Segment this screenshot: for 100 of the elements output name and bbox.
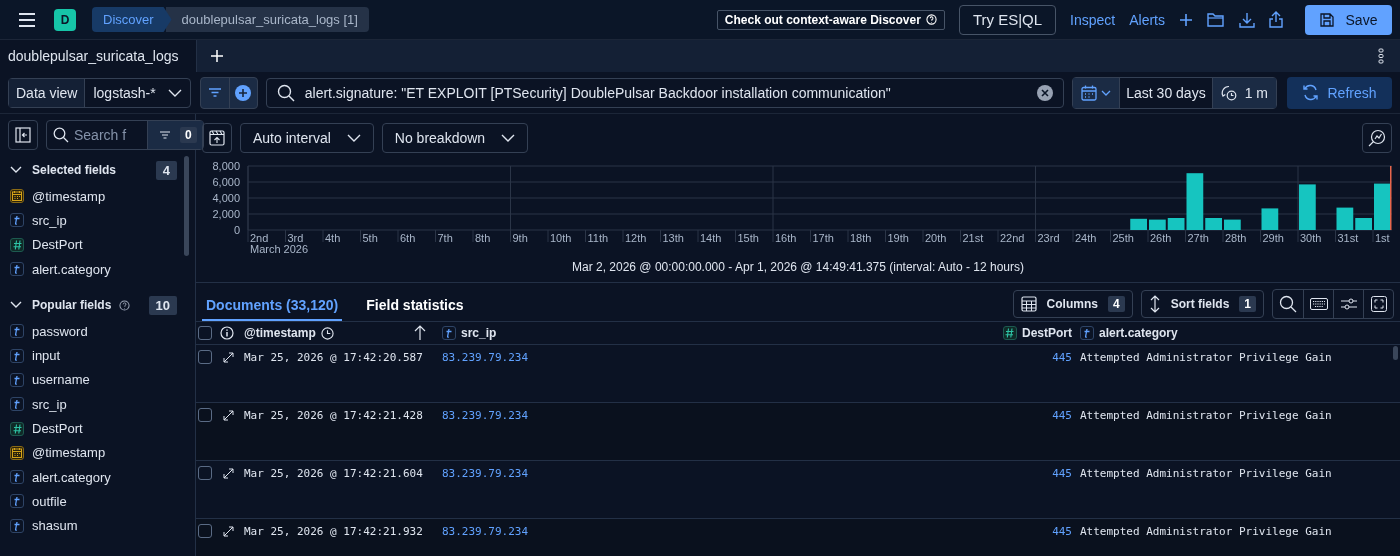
text-type-icon (10, 494, 24, 509)
section-header[interactable]: Selected fields 4 (10, 156, 177, 184)
calendar-icon (1081, 84, 1098, 101)
refresh-icon (1302, 84, 1320, 101)
try-esql-button[interactable]: Try ES|QL (958, 4, 1057, 35)
download-icon[interactable] (1239, 11, 1255, 28)
filter-icon (160, 131, 170, 139)
query-input[interactable]: alert.signature: "ET EXPLOIT [PTSecurity] DoublePulsar Backdoor installation communication" (265, 77, 1065, 108)
section-title: Popular fields (32, 298, 112, 313)
column-header[interactable]: DestPort (1022, 326, 1072, 340)
chart-options-button[interactable] (1362, 123, 1392, 153)
data-view-dropdown[interactable]: logstash-* (85, 78, 190, 107)
share-icon[interactable] (1269, 11, 1283, 28)
refresh-button[interactable]: Refresh (1287, 76, 1392, 109)
field-name[interactable]: alert.category (32, 261, 111, 277)
collapse-sidebar-button[interactable] (8, 120, 38, 150)
sort-ascending-icon[interactable] (414, 325, 426, 341)
histogram-bar[interactable] (1261, 208, 1279, 230)
field-name[interactable]: src_ip (32, 212, 67, 228)
breadcrumb[interactable]: Discover (92, 7, 172, 32)
x-axis-label: 15th (737, 232, 759, 244)
menu-icon[interactable] (18, 12, 36, 27)
row-checkbox[interactable] (198, 408, 212, 422)
columns-button[interactable]: Columns 4 (1012, 290, 1133, 318)
section-header[interactable]: Popular fields 10 (10, 291, 177, 320)
row-checkbox[interactable] (198, 350, 212, 364)
results-tab[interactable]: Field statistics (362, 290, 468, 321)
field-name[interactable]: input (32, 348, 61, 364)
row-checkbox[interactable] (198, 466, 212, 480)
add-tab-icon[interactable] (211, 50, 223, 62)
breakdown-dropdown[interactable]: No breakdown (381, 123, 529, 153)
date-quick-menu-button[interactable] (1073, 77, 1121, 108)
time-range-button[interactable]: Last 30 days (1120, 77, 1212, 108)
promo-badge[interactable]: Check out context-aware Discover (716, 9, 945, 30)
chart-panel-icon (209, 130, 225, 146)
chevron-down-icon (167, 88, 182, 97)
x-axis-label: 8th (475, 232, 491, 244)
chevron-down-icon (346, 134, 361, 142)
x-axis-title: March 2026 (250, 243, 309, 255)
search-icon (276, 83, 295, 102)
text-type-icon (1080, 326, 1094, 340)
expand-icon[interactable] (223, 352, 234, 363)
breadcrumb[interactable]: doublepulsar_suricata_logs [1] (165, 7, 369, 32)
column-header[interactable]: src_ip (461, 326, 497, 340)
plus-icon[interactable] (1179, 12, 1193, 27)
field-name[interactable]: password (32, 323, 88, 339)
number-type-icon (1003, 326, 1017, 340)
toggle-chart-button[interactable] (202, 123, 232, 153)
histogram-bar[interactable] (1167, 218, 1185, 230)
scrollbar-thumb[interactable] (184, 156, 189, 256)
table-cell-text: 83.239.79.234 (441, 408, 530, 422)
histogram-bar[interactable] (1130, 218, 1147, 230)
x-axis-label: 21st (962, 232, 984, 244)
document-tab[interactable]: doublepulsar_suricata_logs (0, 40, 197, 72)
select-all-checkbox[interactable] (198, 326, 212, 340)
expand-icon[interactable] (223, 410, 234, 421)
expand-icon[interactable] (223, 468, 234, 479)
field-name[interactable]: username (32, 372, 90, 388)
x-axis-label: 3rd (287, 232, 304, 244)
clear-icon[interactable] (1037, 84, 1054, 101)
histogram-bar[interactable] (1186, 173, 1204, 230)
field-name[interactable]: @timestamp (32, 188, 106, 204)
interval-dropdown[interactable]: Auto interval (240, 123, 374, 153)
table-cell-text: Attempted Administrator Privilege Gain (1079, 350, 1333, 364)
table-cell-text: Mar 25, 2026 @ 17:42:21.932 (244, 524, 424, 538)
field-name[interactable]: DestPort (32, 421, 83, 436)
scrollbar-thumb[interactable] (1393, 346, 1398, 360)
field-name[interactable]: shasum (32, 518, 78, 534)
time-range-caption: Mar 2, 2026 @ 00:00:00.000 - Apr 1, 2026 @ 14:49:41.375 (interval: Auto - 12 hours) (196, 260, 1400, 283)
histogram-bar[interactable] (1224, 219, 1241, 230)
date-type-icon (10, 189, 24, 204)
field-name[interactable]: src_ip (32, 396, 67, 412)
more-options-icon[interactable] (1378, 48, 1384, 64)
field-name[interactable]: outfile (32, 493, 67, 509)
row-checkbox[interactable] (198, 524, 212, 538)
folder-icon[interactable] (1207, 12, 1225, 27)
fullscreen-icon (1370, 296, 1387, 312)
column-header[interactable]: @timestamp (244, 326, 316, 340)
histogram-bar[interactable] (1149, 219, 1166, 230)
sort-fields-button[interactable]: Sort fields 1 (1140, 290, 1264, 318)
refresh-interval-button[interactable]: 1 m (1211, 77, 1276, 108)
field-type-filter-button[interactable]: 0 (147, 121, 203, 149)
field-search-input[interactable]: Search f (74, 127, 130, 143)
x-axis-label: 20th (925, 232, 947, 244)
histogram-bar[interactable] (1336, 207, 1354, 230)
text-type-icon (10, 213, 24, 228)
field-name[interactable]: DestPort (32, 237, 83, 253)
save-button[interactable]: Save (1305, 4, 1392, 35)
results-tab[interactable]: Documents (33,120) (202, 290, 343, 321)
field-name[interactable]: alert.category (32, 469, 111, 485)
x-axis-label: 22nd (1000, 232, 1025, 244)
chevron-down-icon (10, 301, 22, 310)
header-link[interactable]: Alerts (1129, 11, 1165, 28)
field-name[interactable]: @timestamp (32, 445, 106, 461)
header-link[interactable]: Inspect (1070, 11, 1116, 28)
column-header[interactable]: alert.category (1099, 326, 1178, 340)
chevron-down-icon (10, 166, 22, 174)
table-icon (1020, 296, 1037, 312)
expand-icon[interactable] (223, 526, 234, 537)
space-avatar[interactable]: D (54, 8, 76, 31)
